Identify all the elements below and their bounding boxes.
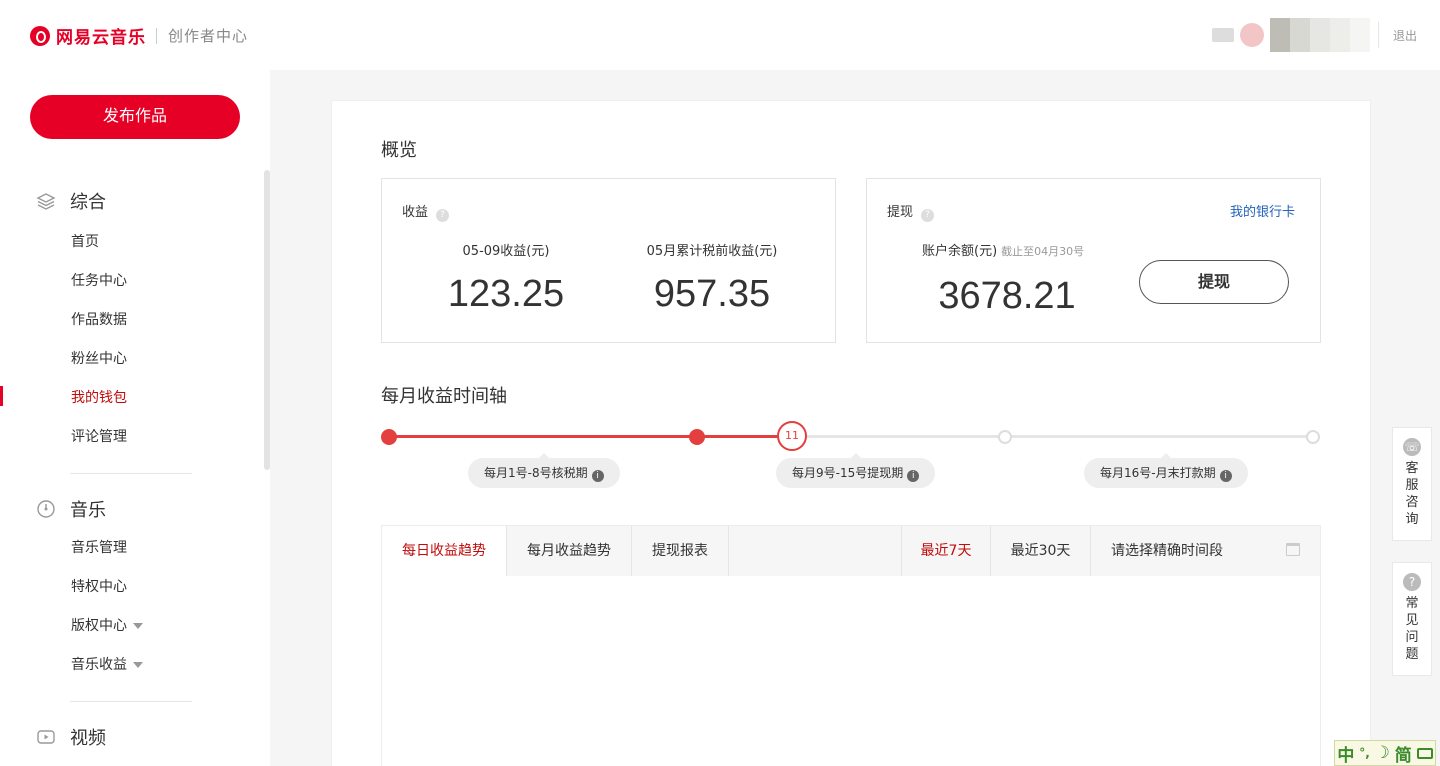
sidebar-item-fan-center[interactable]: 粉丝中心 — [71, 348, 127, 368]
keyboard-icon[interactable] — [1416, 747, 1433, 759]
ime-mode[interactable]: 中 — [1337, 741, 1354, 766]
sidebar-group-title: 综合 — [70, 192, 106, 213]
bank-card-link[interactable]: 我的银行卡 — [1230, 201, 1295, 220]
date-range-placeholder: 请选择精确时间段 — [1111, 543, 1223, 559]
sidebar-item-work-data[interactable]: 作品数据 — [71, 309, 127, 329]
sidebar-item-copyright-center[interactable]: 版权中心 — [71, 615, 143, 635]
sidebar-item-music-manage[interactable]: 音乐管理 — [71, 537, 127, 557]
sidebar-group-general: 综合 — [36, 188, 106, 214]
withdraw-button[interactable]: 提现 — [1139, 260, 1289, 304]
user-area: 退出 — [1212, 18, 1417, 52]
sidebar-group-title: 音乐 — [70, 500, 106, 521]
balance-note: 截止至04月30号 — [1001, 245, 1085, 258]
ime-punct[interactable]: °, — [1359, 746, 1370, 760]
income-label-row: 收益? — [402, 201, 450, 222]
range-last-7-days[interactable]: 最近7天 — [901, 526, 991, 576]
timeline-tag-label: 每月9号-15号提现期 — [792, 466, 904, 480]
faq-button[interactable]: ? 常见问题 — [1392, 562, 1432, 676]
layers-icon — [36, 193, 56, 210]
logout-divider — [1378, 22, 1379, 48]
help-icon[interactable]: ? — [436, 209, 450, 222]
sidebar-group-music: 音乐 — [36, 496, 106, 522]
info-icon[interactable]: i — [1219, 470, 1232, 482]
sidebar-group-title: 视频 — [70, 728, 106, 749]
timeline-progress — [389, 435, 792, 438]
disc-icon — [37, 500, 55, 518]
active-indicator — [0, 386, 3, 406]
withdraw-label: 提现 — [887, 205, 914, 220]
ime-toolbar[interactable]: 中 °, ☽ 简 — [1334, 740, 1436, 766]
timeline-start-dot — [381, 429, 397, 445]
publish-work-button[interactable]: 发布作品 — [30, 95, 240, 139]
help-icon[interactable]: ? — [921, 209, 935, 222]
info-icon[interactable]: i — [907, 470, 920, 482]
timeline-tag-payment-period: 每月16号-月末打款期 i — [1084, 453, 1248, 488]
income-chart-area — [381, 576, 1321, 766]
overview-title: 概览 — [381, 140, 417, 161]
timeline-checkpoint-dot — [689, 429, 705, 445]
balance-label-row: 账户余额(元) 截止至04月30号 — [922, 240, 1084, 259]
sidebar-item-label: 版权中心 — [71, 618, 127, 634]
sidebar-item-comments[interactable]: 评论管理 — [71, 426, 127, 446]
customer-service-button[interactable]: ☏ 客服咨询 — [1392, 427, 1432, 541]
timeline-tag-withdraw-period: 每月9号-15号提现期 i — [776, 453, 936, 488]
sidebar-divider — [70, 701, 192, 702]
sidebar-scrollbar[interactable] — [264, 170, 270, 470]
info-icon[interactable]: i — [591, 470, 604, 482]
tab-monthly-trend[interactable]: 每月收益趋势 — [507, 526, 632, 576]
customer-service-label: 客服咨询 — [1405, 461, 1419, 527]
sidebar-item-home[interactable]: 首页 — [71, 231, 99, 251]
ime-moon-icon[interactable]: ☽ — [1375, 743, 1390, 763]
creator-center-title: 创作者中心 — [168, 27, 249, 45]
monthly-income-label: 05月累计税前收益(元) — [646, 244, 778, 259]
sidebar-item-wallet[interactable]: 我的钱包 — [71, 387, 127, 407]
timeline-tag-label: 每月16号-月末打款期 — [1100, 466, 1216, 480]
logout-link[interactable]: 退出 — [1393, 27, 1417, 44]
chevron-down-icon — [133, 662, 143, 668]
sidebar-item-music-income[interactable]: 音乐收益 — [71, 654, 143, 674]
tab-daily-trend[interactable]: 每日收益趋势 — [382, 526, 507, 576]
brand-logo[interactable]: 网易云音乐 创作者中心 — [30, 23, 248, 48]
income-card: 收益? 05-09收益(元) 123.25 05月累计税前收益(元) 957.3… — [381, 178, 836, 343]
timeline-title: 每月收益时间轴 — [381, 386, 507, 407]
withdraw-label-row: 提现? — [887, 201, 935, 222]
balance-label: 账户余额(元) — [922, 244, 998, 259]
income-tabbar: 每日收益趋势 每月收益趋势 提现报表 最近7天 最近30天 请选择精确时间段 — [381, 525, 1321, 577]
sidebar-item-privilege-center[interactable]: 特权中心 — [71, 576, 127, 596]
chevron-down-icon — [133, 623, 143, 629]
top-header: 网易云音乐 创作者中心 退出 — [0, 0, 1440, 70]
timeline-end-dot — [1306, 430, 1320, 444]
timeline-tag-label: 每月1号-8号核税期 — [484, 466, 588, 480]
avatar[interactable] — [1240, 23, 1264, 47]
headset-icon: ☏ — [1403, 438, 1421, 456]
timeline-current-day: 11 — [777, 421, 807, 451]
netease-music-logo-icon — [30, 25, 50, 46]
monthly-income-value: 957.35 — [653, 273, 771, 315]
balance-value: 3678.21 — [938, 275, 1076, 317]
sidebar: 发布作品 综合 首页 任务中心 作品数据 粉丝中心 我的钱包 评论管理 音乐 音… — [0, 70, 270, 766]
question-icon: ? — [1403, 573, 1421, 591]
calendar-icon — [1286, 543, 1300, 556]
timeline-track — [792, 435, 1313, 438]
range-last-30-days[interactable]: 最近30天 — [991, 526, 1091, 576]
sidebar-divider — [70, 473, 192, 474]
timeline-tag-tax-period: 每月1号-8号核税期 i — [468, 453, 620, 488]
income-label: 收益 — [402, 205, 429, 220]
sidebar-item-label: 音乐收益 — [71, 657, 127, 673]
ime-variant[interactable]: 简 — [1395, 741, 1412, 766]
withdraw-card: 提现? 我的银行卡 账户余额(元) 截止至04月30号 3678.21 提现 — [866, 178, 1321, 343]
logo-divider — [156, 27, 157, 44]
sidebar-item-task-center[interactable]: 任务中心 — [71, 270, 127, 290]
brand-name: 网易云音乐 — [56, 28, 146, 48]
tab-withdraw-report[interactable]: 提现报表 — [632, 526, 729, 576]
username-blurred[interactable] — [1270, 18, 1370, 52]
timeline-future-dot — [998, 430, 1012, 444]
daily-income-value: 123.25 — [447, 273, 565, 315]
mail-icon[interactable] — [1212, 28, 1234, 42]
faq-label: 常见问题 — [1405, 596, 1419, 662]
sidebar-group-video: 视频 — [36, 724, 106, 750]
video-icon — [37, 730, 55, 744]
date-range-picker[interactable]: 请选择精确时间段 — [1091, 526, 1320, 576]
daily-income-label: 05-09收益(元) — [462, 244, 550, 259]
